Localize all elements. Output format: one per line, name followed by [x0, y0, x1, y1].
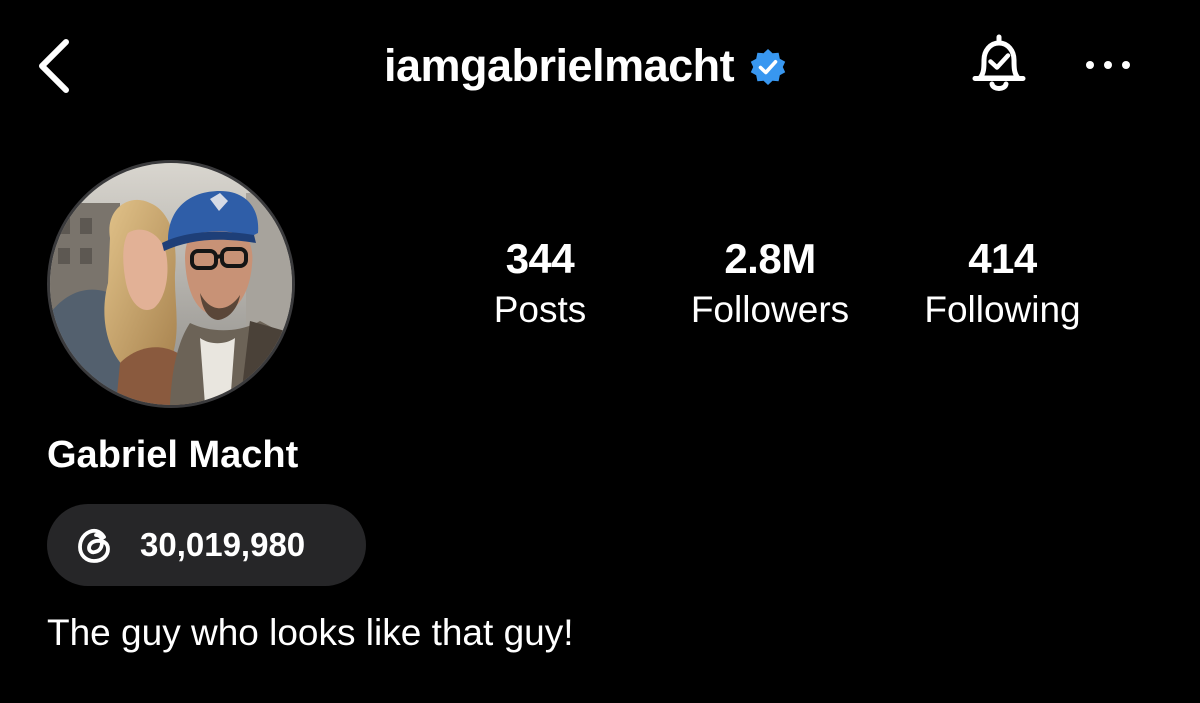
avatar[interactable]: [50, 163, 292, 405]
posts-count: 344: [505, 235, 575, 282]
bell-check-icon: [972, 34, 1026, 91]
profile-bio: The guy who looks like that guy!: [47, 612, 574, 653]
posts-label: Posts: [493, 289, 587, 330]
verified-badge-icon: [750, 49, 786, 85]
profile-header: iamgabrielmacht: [0, 0, 1200, 130]
following-label: Following: [924, 289, 1081, 330]
following-count: 414: [968, 235, 1037, 282]
profile-photo-avatar: [50, 163, 292, 405]
threads-badge-button[interactable]: 30,019,980: [47, 504, 366, 586]
profile-full-name: Gabriel Macht: [47, 434, 299, 476]
posts-stat[interactable]: 344 Posts: [470, 232, 610, 334]
threads-logo-icon: [78, 528, 110, 563]
username: iamgabrielmacht: [384, 40, 735, 91]
followers-label: Followers: [690, 289, 850, 330]
back-button[interactable]: [30, 36, 80, 96]
chevron-left-icon: [39, 39, 69, 93]
followers-count: 2.8M: [724, 235, 816, 282]
following-stat[interactable]: 414 Following: [900, 232, 1105, 334]
more-horizontal-icon: [1086, 61, 1130, 69]
more-options-button[interactable]: [1080, 50, 1136, 80]
threads-follower-count: 30,019,980: [140, 526, 306, 563]
notifications-button[interactable]: [966, 32, 1032, 100]
username-title: iamgabrielmacht: [384, 38, 788, 94]
followers-stat[interactable]: 2.8M Followers: [670, 232, 870, 334]
